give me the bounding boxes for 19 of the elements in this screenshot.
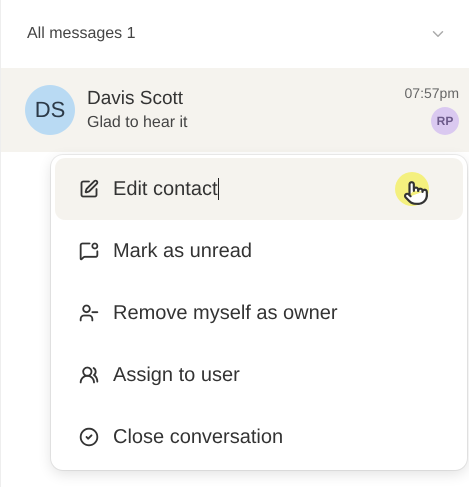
menu-item[interactable]: Close conversation [55, 406, 463, 468]
message-time: 07:57pm [404, 85, 459, 101]
edit-icon [79, 179, 99, 199]
conversation-item[interactable]: DS Davis Scott Glad to hear it 07:57pm RP [1, 68, 469, 152]
message-preview: Glad to hear it [87, 114, 188, 132]
menu-item[interactable]: Mark as unread [55, 220, 463, 282]
contact-name: Davis Scott [87, 88, 184, 110]
contact-avatar: DS [25, 85, 75, 135]
menu-item[interactable]: Edit contact [55, 158, 463, 220]
user-minus-icon [79, 303, 99, 323]
check-circle-icon [79, 427, 99, 447]
users-icon [79, 365, 99, 385]
message-dot-icon [79, 241, 99, 261]
menu-item[interactable]: Assign to user [55, 344, 463, 406]
list-title: All messages 1 [27, 25, 136, 43]
owner-avatar: RP [431, 107, 459, 135]
pointer-cursor-icon [395, 172, 429, 206]
menu-item[interactable]: Remove myself as owner [55, 282, 463, 344]
text-caret [218, 178, 220, 200]
